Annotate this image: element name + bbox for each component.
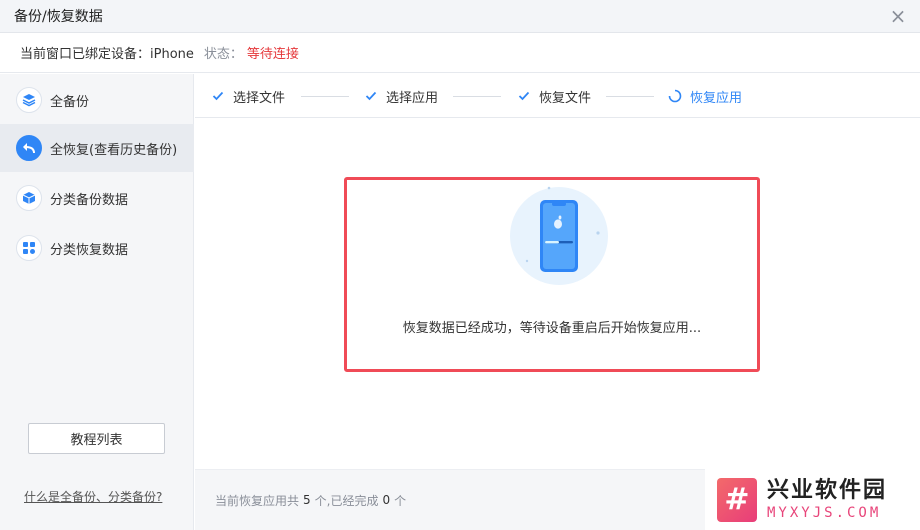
cube-icon — [16, 185, 42, 211]
undo-arrow-icon — [16, 135, 42, 161]
sidebar-item-label: 全备份 — [50, 94, 90, 110]
help-link[interactable]: 什么是全备份、分类备份? — [24, 488, 162, 505]
close-icon[interactable]: × — [888, 6, 908, 26]
spinner-icon — [668, 89, 682, 103]
check-icon — [364, 89, 378, 103]
status-panel: 恢复数据已经成功，等待设备重启后开始恢复应用... — [344, 177, 760, 372]
grid-icon — [16, 235, 42, 261]
step-restore-files: 恢复文件 — [517, 87, 592, 106]
step-select-apps: 选择应用 — [364, 87, 439, 106]
step-divider — [453, 96, 501, 97]
step-label: 恢复文件 — [539, 90, 592, 106]
main-content: 恢复数据已经成功，等待设备重启后开始恢复应用... — [195, 118, 920, 468]
watermark: # 兴业软件园 MYXYJS.COM — [705, 469, 920, 530]
footer-done-count: 0 — [382, 493, 391, 507]
sidebar-item-category-restore[interactable]: 分类恢复数据 — [0, 224, 194, 272]
footer-suffix: 个 — [394, 493, 407, 508]
phone-illustration — [509, 186, 609, 286]
bound-device-label: 当前窗口已绑定设备：iPhone — [20, 47, 194, 62]
steps-bar: 选择文件 选择应用 恢复文件 恢复应用 — [195, 74, 920, 118]
sidebar-item-label: 全恢复(查看历史备份) — [50, 142, 178, 158]
step-label: 选择应用 — [386, 90, 439, 106]
step-label: 恢复应用 — [690, 90, 743, 106]
step-label: 选择文件 — [233, 90, 286, 106]
footer-middle: 个,已经完成 — [314, 493, 379, 508]
device-bar: 当前窗口已绑定设备：iPhone 状态： 等待连接 — [0, 33, 920, 73]
check-icon — [517, 89, 531, 103]
restore-status-message: 恢复数据已经成功，等待设备重启后开始恢复应用... — [402, 321, 702, 336]
sidebar-item-label: 分类备份数据 — [50, 192, 129, 208]
sidebar-item-category-backup[interactable]: 分类备份数据 — [0, 174, 194, 222]
check-icon — [211, 89, 225, 103]
step-divider — [606, 96, 654, 97]
watermark-name: 兴业软件园 — [767, 477, 888, 503]
layers-icon — [16, 87, 42, 113]
window-title: 备份/恢复数据 — [14, 9, 103, 25]
step-select-files: 选择文件 — [211, 87, 286, 106]
step-restore-apps: 恢复应用 — [668, 87, 743, 106]
watermark-url: MYXYJS.COM — [767, 504, 882, 521]
sidebar-item-label: 分类恢复数据 — [50, 242, 129, 258]
footer-total-count: 5 — [303, 493, 311, 507]
status-value: 等待连接 — [246, 47, 299, 62]
watermark-logo-icon: # — [717, 477, 757, 522]
tutorial-list-button[interactable]: 教程列表 — [28, 423, 165, 454]
footer-prefix: 当前恢复应用共 — [215, 493, 300, 508]
step-divider — [301, 96, 349, 97]
sidebar-item-full-backup[interactable]: 全备份 — [0, 76, 194, 124]
sidebar-item-full-restore[interactable]: 全恢复(查看历史备份) — [0, 124, 194, 172]
status-label: 状态： — [203, 47, 243, 62]
sidebar: 全备份 全恢复(查看历史备份) 分类备份数据 分类恢复数据 教程列表 什么是全备… — [0, 74, 194, 530]
watermark-text: 兴业软件园 MYXYJS.COM — [767, 478, 887, 522]
title-bar: 备份/恢复数据 × — [0, 0, 920, 33]
